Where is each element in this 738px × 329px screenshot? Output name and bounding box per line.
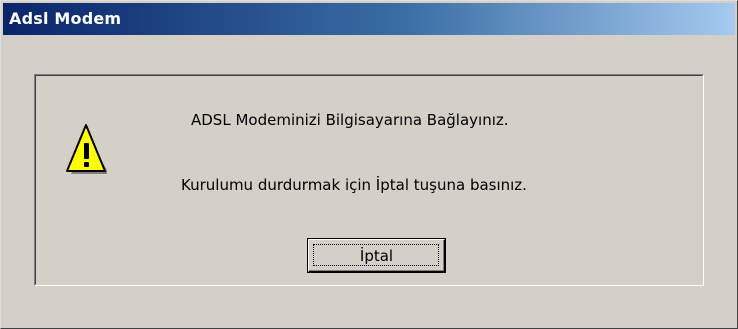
dialog-window: Adsl Modem ADSL Modeminizi Bilgisayarına…	[0, 0, 738, 329]
warning-icon	[66, 124, 107, 174]
cancel-button[interactable]: İptal	[307, 238, 446, 273]
window-title: Adsl Modem	[9, 9, 122, 28]
cancel-button-label: İptal	[359, 247, 394, 265]
title-bar[interactable]: Adsl Modem	[3, 3, 735, 35]
message-line-2: Kurulumu durdurmak için İptal tuşuna bas…	[181, 176, 527, 194]
message-line-1: ADSL Modeminizi Bilgisayarına Bağlayınız…	[191, 111, 509, 129]
